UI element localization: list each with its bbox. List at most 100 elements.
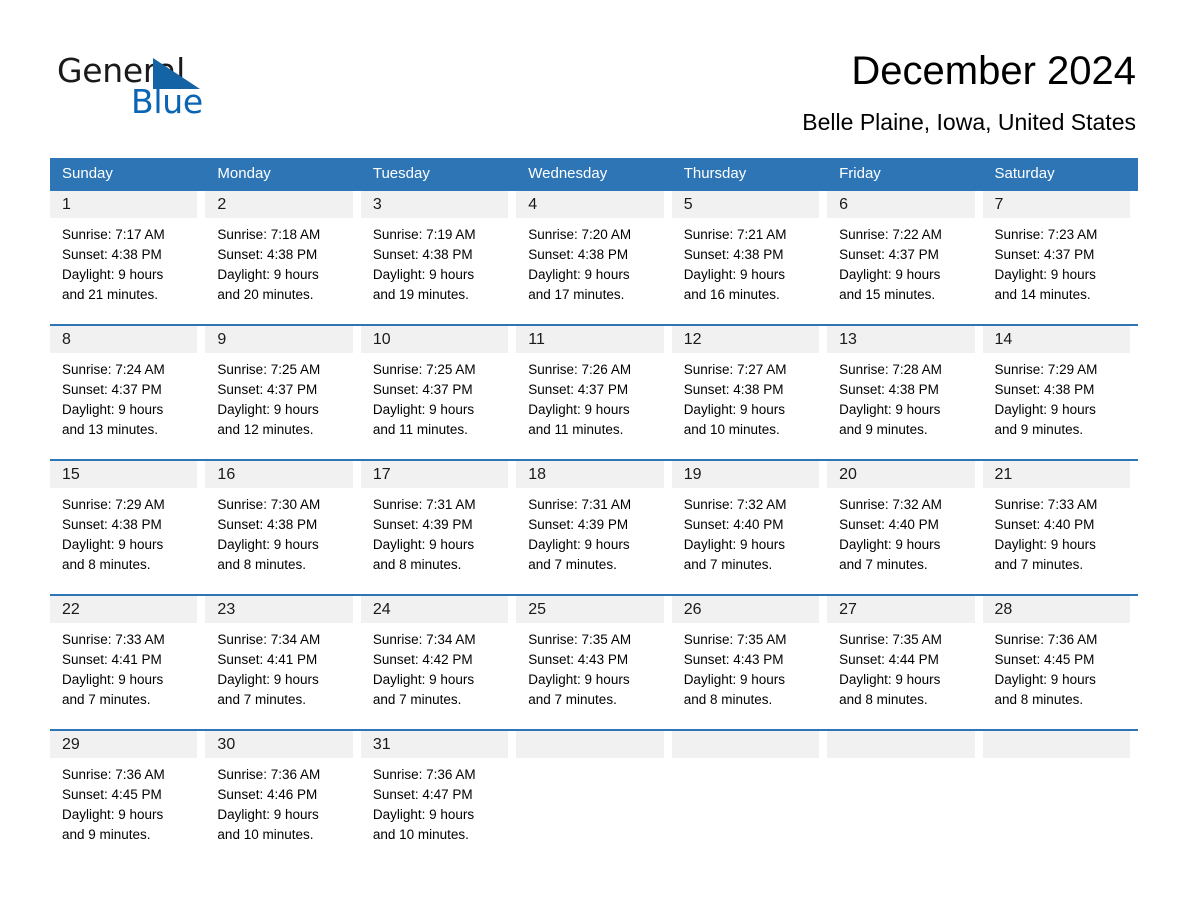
day-details: Sunrise: 7:22 AM Sunset: 4:37 PM Dayligh… bbox=[827, 218, 978, 305]
day-number-band: 2 bbox=[205, 191, 353, 218]
daylight-line-2: and 11 minutes. bbox=[528, 422, 624, 437]
day-number-band: 11 bbox=[516, 326, 664, 353]
day-cell[interactable]: 22 Sunrise: 7:33 AM Sunset: 4:41 PM Dayl… bbox=[50, 594, 206, 729]
day-number: 19 bbox=[683, 466, 702, 483]
sunrise-line: Sunrise: 7:32 AM bbox=[839, 497, 942, 512]
day-number-band bbox=[516, 731, 664, 758]
week-row: 15 Sunrise: 7:29 AM Sunset: 4:38 PM Dayl… bbox=[50, 459, 1138, 594]
day-number-band: 30 bbox=[205, 731, 353, 758]
day-number-band: 7 bbox=[982, 191, 1130, 218]
day-cell[interactable]: 30 Sunrise: 7:36 AM Sunset: 4:46 PM Dayl… bbox=[205, 729, 361, 849]
day-cell[interactable]: 3 Sunrise: 7:19 AM Sunset: 4:38 PM Dayli… bbox=[360, 189, 517, 324]
sunset-line: Sunset: 4:45 PM bbox=[62, 787, 162, 802]
day-cell[interactable]: 19 Sunrise: 7:32 AM Sunset: 4:40 PM Dayl… bbox=[671, 459, 828, 594]
title-block: December 2024 Belle Plaine, Iowa, United… bbox=[802, 47, 1136, 136]
day-number-band: 4 bbox=[516, 191, 664, 218]
daylight-line-1: Daylight: 9 hours bbox=[217, 807, 319, 822]
daylight-line-1: Daylight: 9 hours bbox=[62, 807, 164, 822]
daylight-line-1: Daylight: 9 hours bbox=[62, 537, 164, 552]
daylight-line-2: and 8 minutes. bbox=[217, 557, 306, 572]
daylight-line-2: and 8 minutes. bbox=[372, 557, 462, 572]
sunrise-line: Sunrise: 7:20 AM bbox=[528, 227, 632, 242]
day-number-band: 14 bbox=[982, 326, 1130, 353]
calendar-page: General Blue December 2024 Belle Plaine,… bbox=[0, 0, 1188, 918]
day-cell[interactable]: 11 Sunrise: 7:26 AM Sunset: 4:37 PM Dayl… bbox=[516, 324, 672, 459]
daylight-line-1: Daylight: 9 hours bbox=[62, 267, 164, 282]
daylight-line-1: Daylight: 9 hours bbox=[839, 672, 941, 687]
day-cell[interactable]: 15 Sunrise: 7:29 AM Sunset: 4:38 PM Dayl… bbox=[50, 459, 206, 594]
day-cell[interactable]: 12 Sunrise: 7:27 AM Sunset: 4:38 PM Dayl… bbox=[671, 324, 828, 459]
day-details: Sunrise: 7:28 AM Sunset: 4:38 PM Dayligh… bbox=[827, 353, 978, 440]
sunrise-line: Sunrise: 7:35 AM bbox=[528, 632, 632, 647]
day-number: 20 bbox=[839, 466, 857, 483]
day-cell[interactable]: 13 Sunrise: 7:28 AM Sunset: 4:38 PM Dayl… bbox=[827, 324, 983, 459]
week-row: 22 Sunrise: 7:33 AM Sunset: 4:41 PM Dayl… bbox=[50, 594, 1138, 729]
sunrise-line: Sunrise: 7:33 AM bbox=[994, 497, 1098, 512]
weekday-header-monday: Monday bbox=[217, 165, 271, 182]
day-cell[interactable]: 29 Sunrise: 7:36 AM Sunset: 4:45 PM Dayl… bbox=[50, 729, 206, 849]
daylight-line-2: and 10 minutes. bbox=[217, 827, 314, 842]
sunrise-line: Sunrise: 7:29 AM bbox=[994, 362, 1098, 377]
daylight-line-2: and 8 minutes. bbox=[994, 692, 1084, 707]
day-cell[interactable]: 10 Sunrise: 7:25 AM Sunset: 4:37 PM Dayl… bbox=[360, 324, 517, 459]
daylight-line-2: and 16 minutes. bbox=[683, 287, 780, 302]
day-cell[interactable]: 1 Sunrise: 7:17 AM Sunset: 4:38 PM Dayli… bbox=[50, 189, 206, 324]
daylight-line-2: and 7 minutes. bbox=[839, 557, 928, 572]
page-title: December 2024 bbox=[851, 49, 1136, 93]
day-cell[interactable]: 27 Sunrise: 7:35 AM Sunset: 4:44 PM Dayl… bbox=[827, 594, 983, 729]
daylight-line-2: and 8 minutes. bbox=[62, 557, 151, 572]
day-cell-empty bbox=[827, 729, 983, 849]
day-cell[interactable]: 5 Sunrise: 7:21 AM Sunset: 4:38 PM Dayli… bbox=[671, 189, 828, 324]
day-cell[interactable]: 14 Sunrise: 7:29 AM Sunset: 4:38 PM Dayl… bbox=[982, 324, 1138, 459]
day-cell[interactable]: 25 Sunrise: 7:35 AM Sunset: 4:43 PM Dayl… bbox=[516, 594, 672, 729]
day-number: 24 bbox=[372, 601, 391, 618]
daylight-line-2: and 7 minutes. bbox=[994, 557, 1084, 572]
daylight-line-1: Daylight: 9 hours bbox=[994, 537, 1096, 552]
day-details: Sunrise: 7:23 AM Sunset: 4:37 PM Dayligh… bbox=[983, 218, 1134, 305]
day-cell[interactable]: 31 Sunrise: 7:36 AM Sunset: 4:47 PM Dayl… bbox=[360, 729, 517, 849]
day-cell[interactable]: 2 Sunrise: 7:18 AM Sunset: 4:38 PM Dayli… bbox=[205, 189, 361, 324]
day-details: Sunrise: 7:27 AM Sunset: 4:38 PM Dayligh… bbox=[672, 353, 823, 440]
day-cell[interactable]: 18 Sunrise: 7:31 AM Sunset: 4:39 PM Dayl… bbox=[516, 459, 672, 594]
day-number: 8 bbox=[62, 331, 71, 348]
daylight-line-1: Daylight: 9 hours bbox=[528, 402, 630, 417]
day-number: 6 bbox=[839, 196, 849, 213]
day-cell[interactable]: 6 Sunrise: 7:22 AM Sunset: 4:37 PM Dayli… bbox=[827, 189, 983, 324]
day-number: 18 bbox=[528, 466, 547, 483]
daylight-line-1: Daylight: 9 hours bbox=[528, 267, 630, 282]
day-number-band: 19 bbox=[671, 461, 820, 488]
day-cell[interactable]: 16 Sunrise: 7:30 AM Sunset: 4:38 PM Dayl… bbox=[205, 459, 361, 594]
day-cell[interactable]: 21 Sunrise: 7:33 AM Sunset: 4:40 PM Dayl… bbox=[982, 459, 1138, 594]
day-cell[interactable]: 4 Sunrise: 7:20 AM Sunset: 4:38 PM Dayli… bbox=[516, 189, 672, 324]
daylight-line-2: and 7 minutes. bbox=[528, 557, 617, 572]
daylight-line-1: Daylight: 9 hours bbox=[839, 402, 941, 417]
sunset-line: Sunset: 4:38 PM bbox=[217, 517, 318, 532]
day-number-band: 24 bbox=[360, 596, 509, 623]
day-cell[interactable]: 28 Sunrise: 7:36 AM Sunset: 4:45 PM Dayl… bbox=[982, 594, 1138, 729]
day-cell[interactable]: 17 Sunrise: 7:31 AM Sunset: 4:39 PM Dayl… bbox=[360, 459, 517, 594]
day-cell[interactable]: 26 Sunrise: 7:35 AM Sunset: 4:43 PM Dayl… bbox=[671, 594, 828, 729]
logo-text-blue: Blue bbox=[131, 82, 203, 121]
day-number-band: 10 bbox=[360, 326, 509, 353]
day-cell[interactable]: 9 Sunrise: 7:25 AM Sunset: 4:37 PM Dayli… bbox=[205, 324, 361, 459]
day-number: 23 bbox=[217, 601, 236, 618]
weekday-header-friday: Friday bbox=[839, 165, 881, 182]
sunrise-line: Sunrise: 7:26 AM bbox=[528, 362, 632, 377]
day-cell[interactable]: 23 Sunrise: 7:34 AM Sunset: 4:41 PM Dayl… bbox=[205, 594, 361, 729]
sunrise-line: Sunrise: 7:31 AM bbox=[528, 497, 632, 512]
sunrise-line: Sunrise: 7:25 AM bbox=[372, 362, 476, 377]
sunset-line: Sunset: 4:41 PM bbox=[217, 652, 318, 667]
day-cell-empty bbox=[671, 729, 828, 849]
daylight-line-1: Daylight: 9 hours bbox=[683, 537, 785, 552]
day-cell[interactable]: 7 Sunrise: 7:23 AM Sunset: 4:37 PM Dayli… bbox=[982, 189, 1138, 324]
daylight-line-1: Daylight: 9 hours bbox=[528, 537, 630, 552]
day-number: 11 bbox=[528, 331, 545, 348]
day-cell[interactable]: 24 Sunrise: 7:34 AM Sunset: 4:42 PM Dayl… bbox=[360, 594, 517, 729]
day-cell[interactable]: 20 Sunrise: 7:32 AM Sunset: 4:40 PM Dayl… bbox=[827, 459, 983, 594]
day-number: 14 bbox=[994, 331, 1013, 348]
day-cell-empty bbox=[982, 729, 1138, 849]
sunset-line: Sunset: 4:46 PM bbox=[217, 787, 318, 802]
day-details: Sunrise: 7:32 AM Sunset: 4:40 PM Dayligh… bbox=[672, 488, 823, 575]
page-header: General Blue December 2024 Belle Plaine,… bbox=[0, 0, 1188, 135]
day-cell[interactable]: 8 Sunrise: 7:24 AM Sunset: 4:37 PM Dayli… bbox=[50, 324, 206, 459]
